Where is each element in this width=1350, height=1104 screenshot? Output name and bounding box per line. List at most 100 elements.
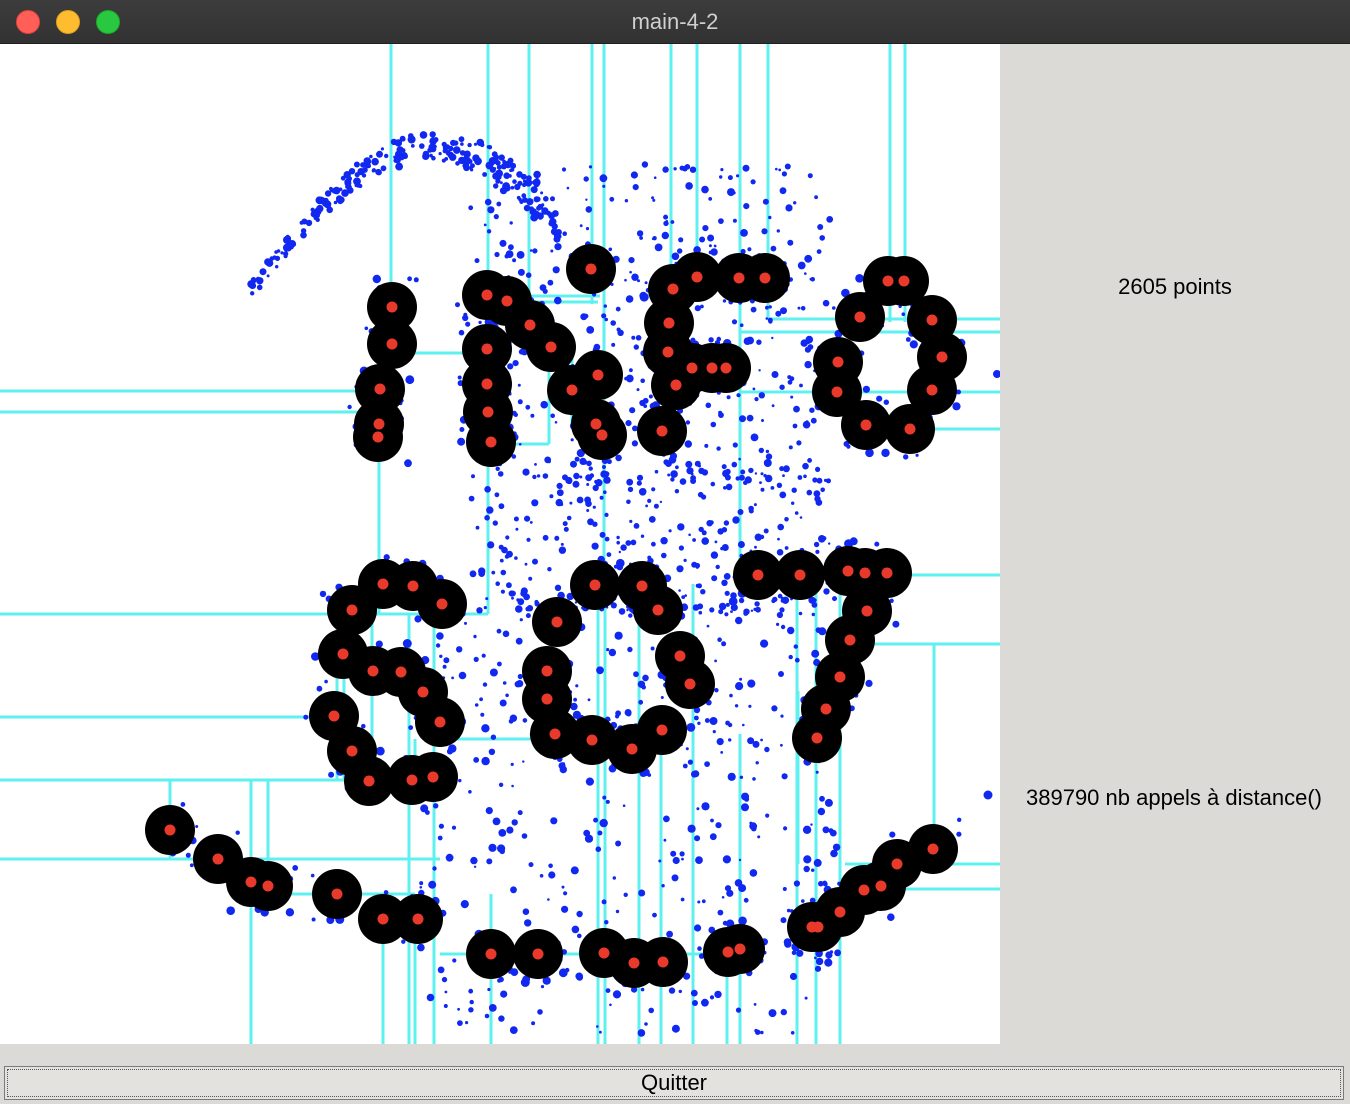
sample-point [752,387,756,391]
sample-point [674,489,680,494]
sample-point [826,216,834,223]
sample-point [444,990,448,994]
sample-point [690,337,696,343]
center-point [427,771,439,783]
sample-point [802,462,809,470]
sample-point [810,823,813,826]
sample-point [609,196,615,202]
sample-point [573,472,580,480]
drawing-canvas[interactable] [0,44,1000,1044]
sample-point [723,573,731,580]
sample-point [832,306,836,310]
sample-point [779,384,785,390]
sample-point [525,613,531,619]
sample-point [547,459,551,464]
sample-point [746,414,754,422]
sample-point [561,905,569,913]
sample-point [782,474,785,477]
sample-point [679,851,685,857]
sample-point [758,392,765,399]
sample-point [726,889,734,897]
sample-point [641,161,649,168]
sample-point [484,198,492,206]
sample-point [770,486,775,490]
sample-point [515,605,523,613]
sample-point [540,191,544,195]
sample-point [738,597,745,604]
center-point [854,311,866,323]
sample-point [532,474,537,480]
sample-point [680,897,685,902]
sample-point [957,817,962,822]
sample-point [505,535,510,540]
center-point [812,921,824,933]
sample-point [776,482,783,488]
sample-point [474,703,479,707]
sample-point [456,646,463,653]
sample-point [520,978,530,987]
sample-point [692,604,700,611]
center-point [164,824,176,836]
center-point [589,579,601,591]
sample-point [566,186,570,190]
sample-point [583,176,589,182]
sample-point [712,730,716,734]
sample-point [758,369,761,372]
sample-point [787,379,793,385]
sample-point [778,168,782,172]
sample-point [780,307,787,315]
sample-point [749,821,753,825]
sample-point [750,306,757,313]
sample-point [491,151,498,158]
sample-point [701,998,709,1007]
sample-point [652,912,657,918]
sample-point [632,425,638,432]
sample-point [485,597,489,601]
sample-point [504,160,512,169]
sample-point [697,721,701,725]
quit-button[interactable]: Quitter [4,1066,1344,1100]
sample-point [618,550,621,554]
sample-point [460,900,469,909]
sample-point [811,868,815,872]
sample-point [818,535,826,543]
sample-point [507,363,514,370]
sample-point [645,504,648,508]
sample-point [426,993,435,1002]
sample-point [648,394,653,399]
sample-point [274,250,278,254]
sample-point [441,976,448,983]
sample-point [479,697,483,702]
sample-point [780,743,783,747]
sample-point [250,277,257,283]
sample-point [458,156,466,165]
sample-point [506,582,512,589]
sample-point [458,778,462,783]
sample-point [408,133,414,139]
sample-point [765,474,773,483]
sample-point [395,140,402,146]
sample-point [797,475,803,480]
sample-point [823,588,830,595]
sample-point [347,404,352,410]
sample-point [782,887,787,891]
sample-point [794,657,800,663]
sample-point [522,468,530,476]
sample-point [599,495,604,500]
sample-point [640,534,645,538]
sample-point [787,626,795,635]
center-point [481,343,493,355]
sample-point [760,738,763,742]
sample-point [560,542,564,546]
sample-point [554,296,562,305]
sample-point [562,231,567,236]
sample-point [428,143,436,151]
sample-point [467,159,472,164]
sample-point [750,609,754,612]
sample-point [784,517,789,522]
sample-point [787,375,792,380]
sample-point [550,817,558,825]
sample-point [588,165,593,169]
sample-point [468,495,475,502]
sample-point [523,593,530,601]
